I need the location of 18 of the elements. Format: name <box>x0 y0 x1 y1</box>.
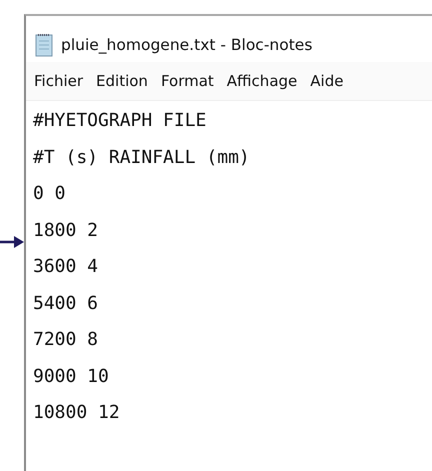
text-line: 9000 10 <box>33 364 110 388</box>
menu-item[interactable]: Aide <box>310 72 344 90</box>
notepad-icon <box>35 33 55 57</box>
menu-item[interactable]: Affichage <box>226 72 298 90</box>
text-line: #HYETOGRAPH FILE <box>33 109 208 133</box>
text-line: 3600 4 <box>33 255 100 279</box>
menu-item[interactable]: Fichier <box>34 72 84 90</box>
text-line: 10800 12 <box>33 401 121 425</box>
window-title: pluie_homogene.txt - Bloc-notes <box>61 36 312 54</box>
text-line: 7200 8 <box>33 328 100 352</box>
menu-item[interactable]: Format <box>160 72 214 90</box>
menu-item[interactable]: Edition <box>96 72 148 90</box>
text-line: 1800 2 <box>33 218 100 242</box>
text-line: 0 0 <box>33 182 67 206</box>
text-line: #T (s) RAINFALL (mm) <box>33 146 251 170</box>
arrow-icon <box>0 236 24 248</box>
text-line: 5400 6 <box>33 292 100 316</box>
text-area[interactable]: #HYETOGRAPH FILE #T (s) RAINFALL (mm) 0 0 1800 2 3600 4 5400 6 7200 8 9000 10 10800 12 <box>26 101 432 432</box>
